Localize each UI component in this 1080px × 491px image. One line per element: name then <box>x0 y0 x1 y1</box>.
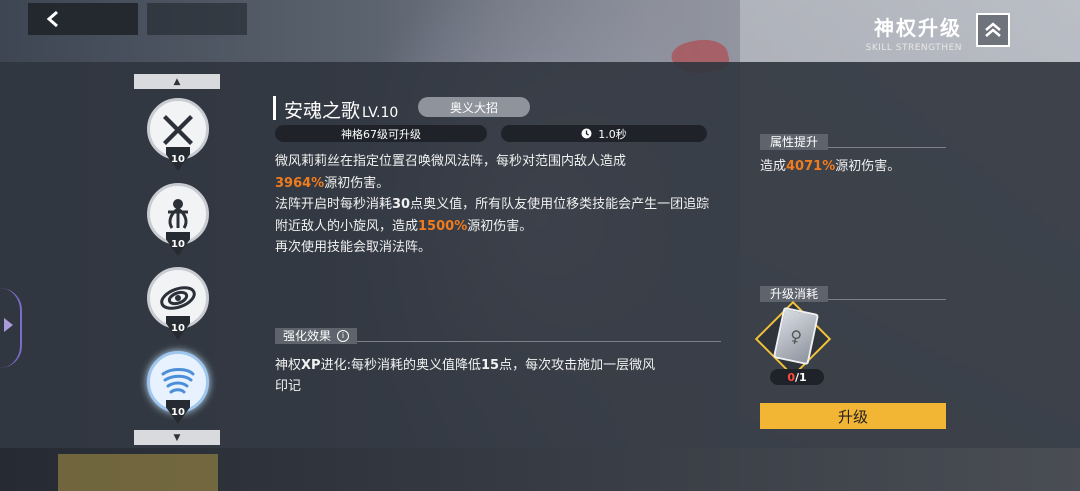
triangle-up-icon: ▲ <box>173 76 181 87</box>
page-title-group: 神权升级 SKILL STRENGTHEN <box>866 12 962 53</box>
skill-name: 安魂之歌 <box>284 100 361 122</box>
enhance-value: 15 <box>480 358 500 373</box>
side-expand-handle[interactable] <box>0 288 22 368</box>
triangle-down-icon: ▼ <box>173 432 181 443</box>
skill-type-tag: 奥义大招 <box>418 97 530 117</box>
background-tile <box>58 454 218 491</box>
enhance-text: XP <box>301 358 321 373</box>
back-button[interactable] <box>28 3 138 35</box>
enhance-section-header: 强化效果 i <box>275 325 721 344</box>
attr-boost-text: 造成4071%源初伤害。 <box>760 155 900 174</box>
chevron-left-icon <box>46 10 58 28</box>
double-chevron-up-icon <box>985 22 1001 37</box>
scroll-down-button[interactable]: ▼ <box>134 430 220 445</box>
desc-line: 3964%源初伤害。 <box>275 173 715 195</box>
enhance-description: 神权XP进化:每秒消耗的奥义值降低15点，每次攻击施加一层微风印记 <box>275 355 665 397</box>
enhance-text: 神权 <box>275 358 302 373</box>
cost-item-count: 0/1 <box>770 369 824 385</box>
cost-header-label: 升级消耗 <box>760 286 829 302</box>
page-subtitle: SKILL STRENGTHEN <box>865 43 962 53</box>
desc-text: 源初伤害。 <box>324 175 390 191</box>
owned-count: 0 <box>787 370 795 384</box>
scroll-up-button[interactable]: ▲ <box>134 74 220 89</box>
skill-description: 微风莉莉丝在指定位置召唤微风法阵，每秒对范围内敌人造成 3964%源初伤害。 法… <box>275 151 715 259</box>
attr-text: 源初伤害。 <box>835 159 901 174</box>
page-title: 神权升级 <box>874 16 962 40</box>
energy-cost-value: 30 <box>392 197 411 212</box>
enhance-text: 进化:每秒消耗的奥义值降低 <box>320 358 481 373</box>
desc-text: 微风莉莉丝在指定位置召唤微风法阵，每秒对范围内敌人造成 <box>275 154 627 169</box>
x-blades-icon <box>163 115 193 145</box>
damage-value: 1500% <box>418 218 468 234</box>
arrow-right-icon <box>4 318 13 332</box>
enhance-header-label: 强化效果 <box>283 329 332 343</box>
attr-value: 4071% <box>786 159 836 174</box>
attr-header-label: 属性提升 <box>760 134 829 150</box>
background-bottom-bar <box>0 448 1080 491</box>
enhance-info-button[interactable]: 强化效果 i <box>275 327 358 344</box>
upgrade-requirement-text: 神格67级可升级 <box>341 127 421 141</box>
whirlwind-icon <box>161 368 195 394</box>
collapse-button[interactable] <box>976 13 1010 47</box>
top-bar: 神权升级 SKILL STRENGTHEN <box>0 0 1080 62</box>
cooldown-pill: 1.0秒 <box>501 125 707 142</box>
orbit-rings-icon <box>160 286 196 310</box>
desc-text: 法阵开启时每秒消耗 <box>275 197 393 212</box>
attr-section-header: 属性提升 <box>760 131 946 150</box>
spirit-figure-icon <box>168 199 188 229</box>
cost-section-header: 升级消耗 <box>760 283 946 302</box>
skill-level: LV.10 <box>362 105 399 121</box>
required-count: /1 <box>794 370 807 384</box>
desc-paragraph: 法阵开启时每秒消耗30点奥义值，所有队友使用位移类技能会产生一团追踪附近敌人的小… <box>275 194 715 237</box>
damage-value: 3964% <box>275 175 325 191</box>
upgrade-requirement: 神格67级可升级 <box>275 125 487 142</box>
skill-title: 安魂之歌 LV.10 <box>273 96 399 122</box>
desc-text: 源初伤害。 <box>467 218 533 234</box>
cooldown-value: 1.0秒 <box>598 127 627 141</box>
home-button[interactable] <box>147 3 247 35</box>
clock-icon <box>581 128 592 139</box>
desc-line: 微风莉莉丝在指定位置召唤微风法阵，每秒对范围内敌人造成 <box>275 151 715 173</box>
upgrade-button[interactable]: 升级 <box>760 403 946 429</box>
desc-line: 再次使用技能会取消法阵。 <box>275 237 715 259</box>
desc-text: 再次使用技能会取消法阵。 <box>275 240 432 255</box>
info-icon: i <box>337 329 350 342</box>
attr-text: 造成 <box>760 159 787 174</box>
